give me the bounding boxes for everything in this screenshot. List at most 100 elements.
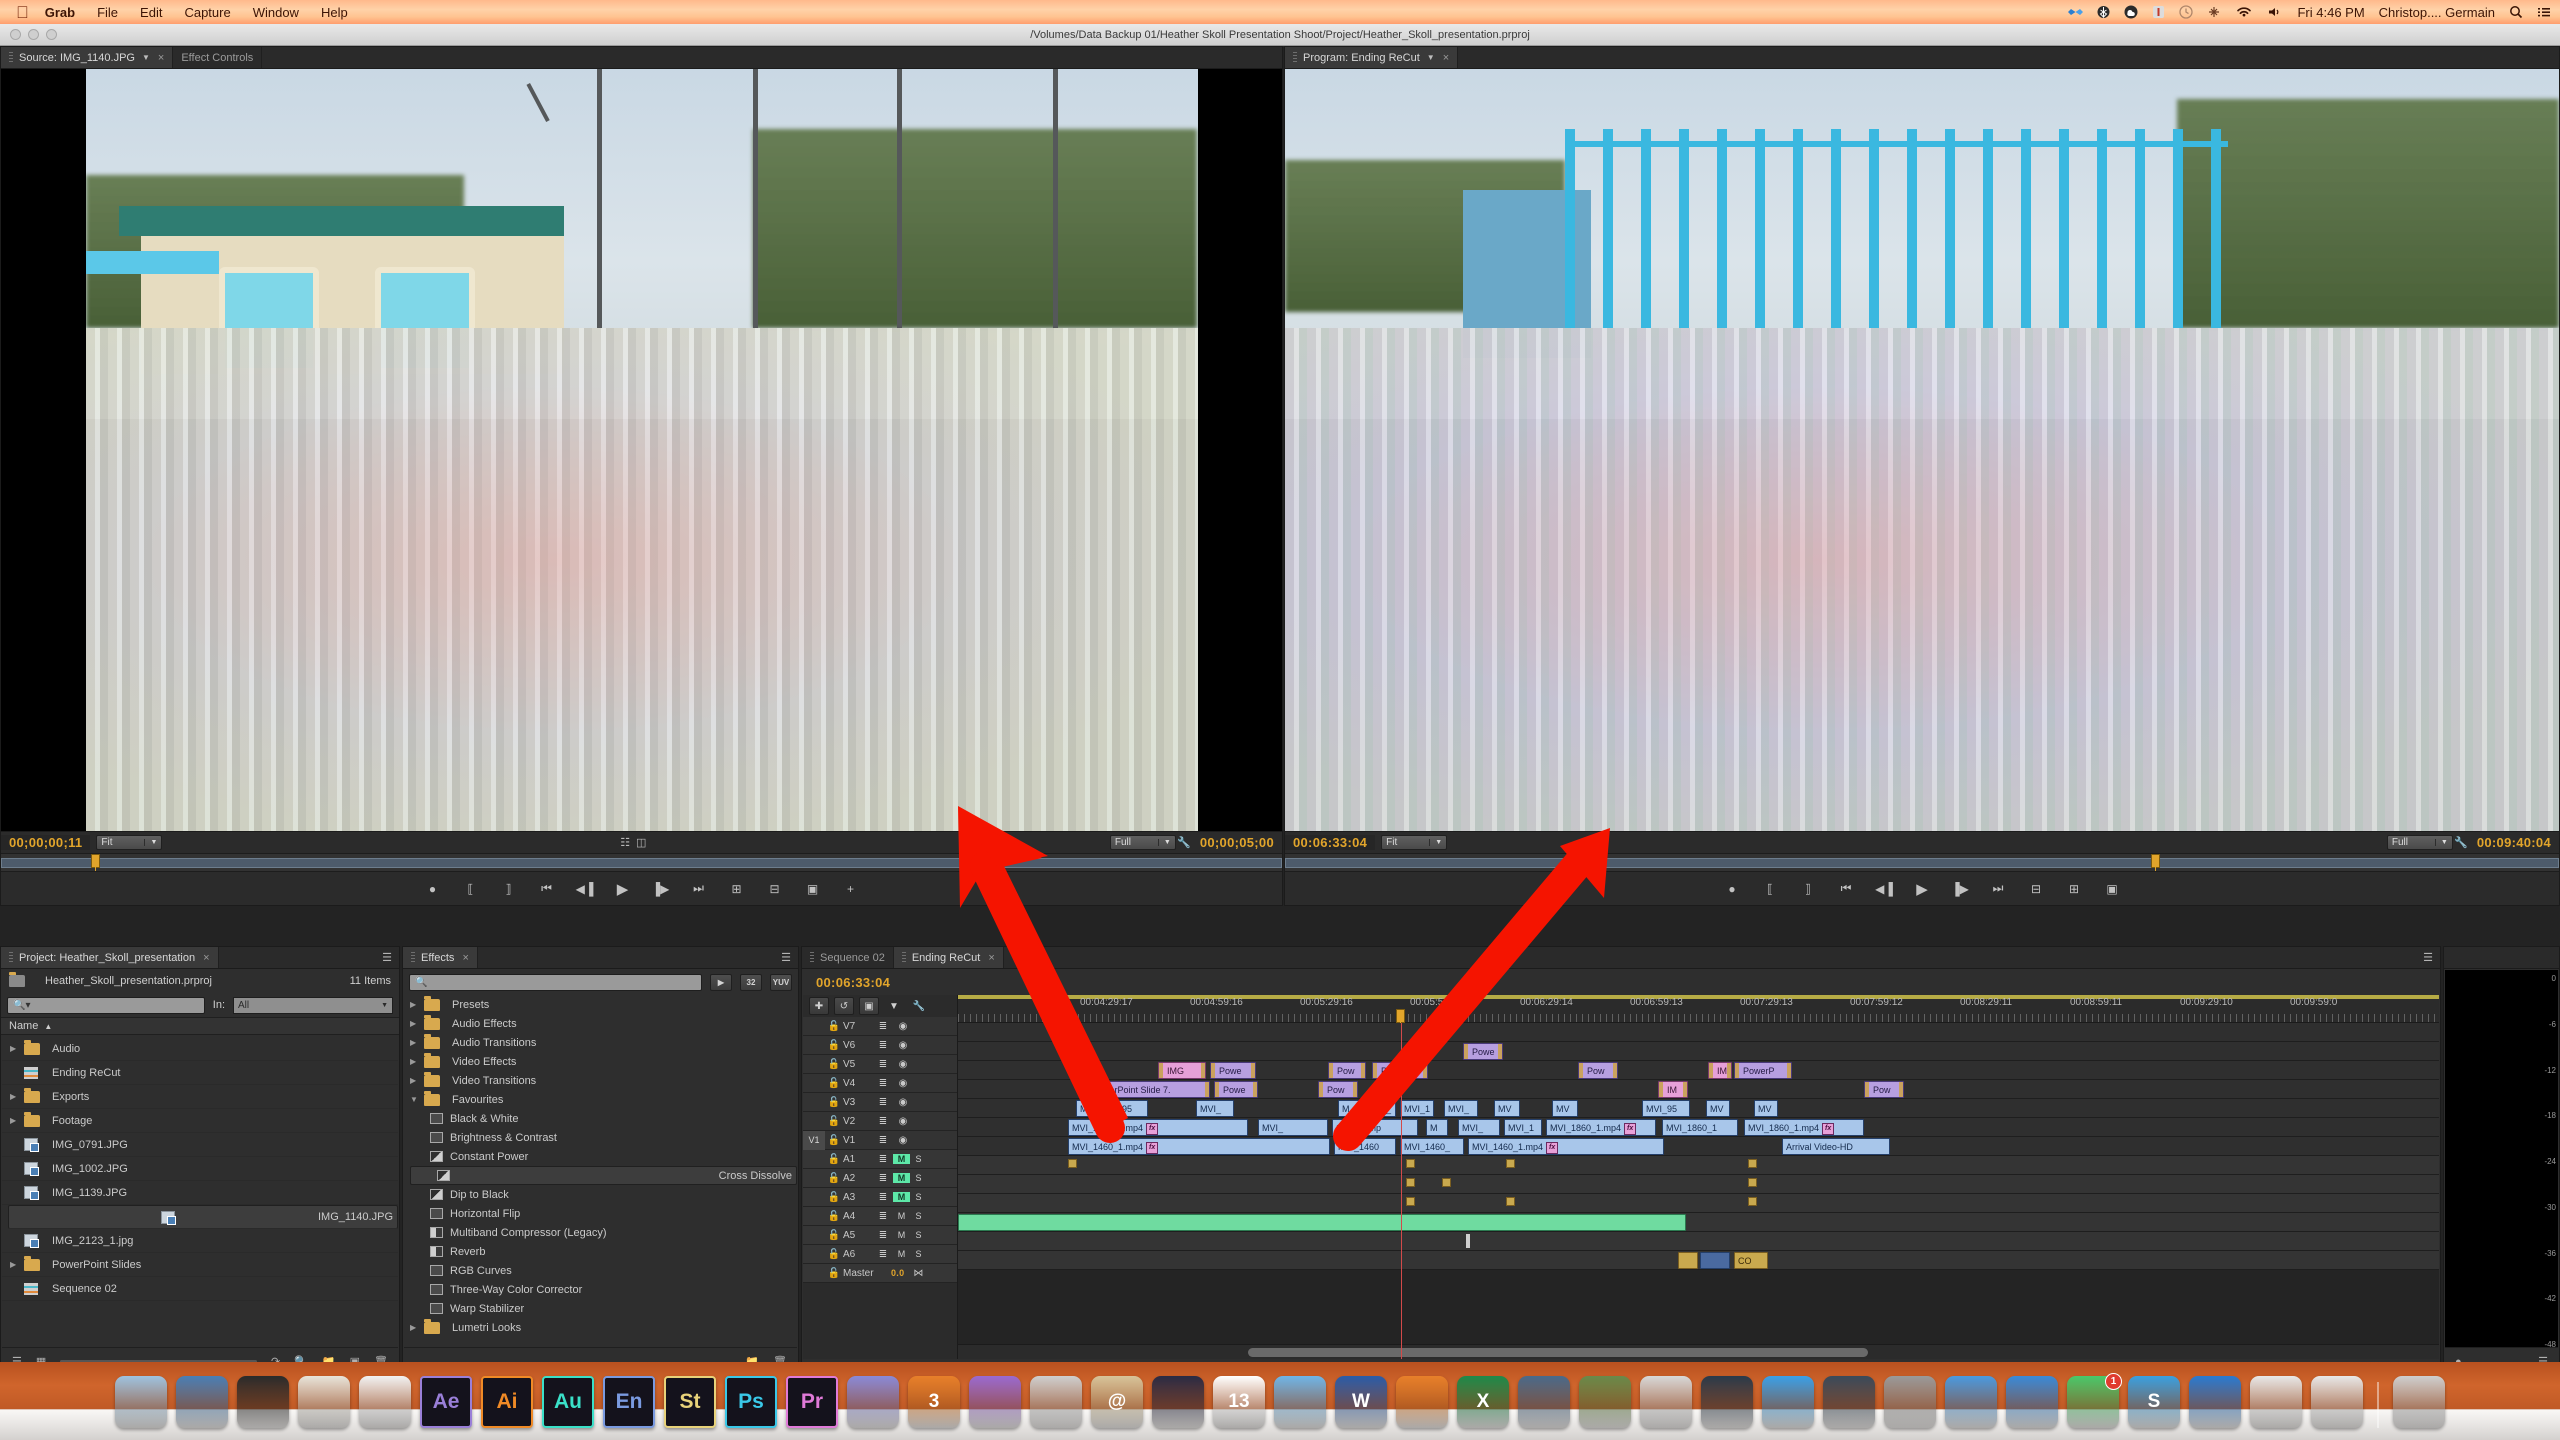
dock-item-steam-client[interactable] [1823, 1376, 1875, 1428]
mark-in-icon[interactable]: ⟦ [460, 879, 482, 899]
timeline-track-lanes[interactable]: Powe IMG Powe Pow PowerF Pow IM PowerP werPoint … [958, 1023, 2439, 1359]
effects-item-row[interactable]: ▶ Audio Effects [404, 1014, 797, 1033]
source-resolution-select[interactable]: Full ▼ [1109, 835, 1176, 850]
track-output-eye-icon[interactable]: ◉ [893, 1116, 913, 1127]
timeline-lane-v6[interactable]: Powe [958, 1042, 2439, 1061]
clip-transition-handle[interactable] [1659, 1082, 1663, 1097]
track-target-toggle[interactable] [803, 1169, 825, 1188]
timeline-clip[interactable]: MVI_ [1196, 1100, 1234, 1117]
source-monitor-video[interactable] [1, 69, 1282, 831]
timeline-clip[interactable]: 1860_1.mp [1332, 1119, 1418, 1136]
menu-item-help[interactable]: Help [321, 5, 348, 20]
timeline-lane-v4[interactable]: werPoint Slide 7. Powe Pow IM Pow [958, 1080, 2439, 1099]
safe-margins-icon[interactable]: ☷ [617, 836, 633, 850]
wifi-icon[interactable] [2235, 5, 2253, 19]
effects-item-row[interactable]: ▶ Lumetri Looks [404, 1318, 797, 1337]
timeline-clip[interactable]: Pow [1328, 1062, 1366, 1079]
close-icon[interactable]: × [1443, 52, 1449, 64]
timeline-lane-a5[interactable] [958, 1232, 2439, 1251]
insert-icon[interactable]: ⊞ [726, 879, 748, 899]
dock-item-adobe-illustrator[interactable]: Ai [481, 1376, 533, 1428]
dock-item-cinema-4d[interactable]: 3 [908, 1376, 960, 1428]
track-lock-icon[interactable]: 🔓 [825, 1116, 843, 1127]
timeline-clip[interactable]: IM [1658, 1081, 1688, 1098]
track-solo-button[interactable]: S [910, 1192, 927, 1202]
menu-item-file[interactable]: File [97, 5, 118, 20]
timeline-clip[interactable]: MVI_1860_1.mp4 fx [1068, 1119, 1248, 1136]
timeline-clip[interactable]: MVI_1860_1.mp4 fx [1744, 1119, 1864, 1136]
clip-fx-badge[interactable]: fx [1546, 1141, 1559, 1154]
timeline-audio-clip[interactable]: CO [1734, 1252, 1768, 1269]
dock-item-steam[interactable] [1701, 1376, 1753, 1428]
notification-center-icon[interactable] [2537, 5, 2552, 19]
dock-item-activity-monitor[interactable] [2311, 1376, 2363, 1428]
export-frame-icon[interactable]: ▣ [2101, 879, 2123, 899]
track-output-eye-icon[interactable]: ◉ [893, 1021, 913, 1032]
track-sync-icon[interactable]: ≣ [873, 1097, 893, 1108]
effects-item-row[interactable]: Warp Stabilizer [404, 1299, 797, 1318]
track-mute-button[interactable]: M [893, 1249, 910, 1259]
track-header-a6[interactable]: 🔓 A6 ≣ M S [803, 1245, 957, 1264]
timeline-clip[interactable]: MVI_1460 [1334, 1138, 1396, 1155]
apple-logo-icon[interactable]:  [16, 4, 29, 21]
track-lock-icon[interactable]: 🔓 [825, 1154, 843, 1165]
dock-item-safari[interactable] [176, 1376, 228, 1428]
effects-item-row[interactable]: Black & White [404, 1109, 797, 1128]
track-sync-icon[interactable]: ≣ [873, 1059, 893, 1070]
project-item-row[interactable]: IMG_1139.JPG [2, 1181, 398, 1205]
timeline-clip[interactable]: IM [1708, 1062, 1732, 1079]
dock-item-final-cut-pro[interactable] [237, 1376, 289, 1428]
track-sync-icon[interactable]: ≣ [873, 1230, 893, 1241]
timeline-audio-clip[interactable] [1700, 1252, 1730, 1269]
timeline-current-time[interactable]: 00:06:33:04 [816, 975, 890, 990]
panel-menu-icon[interactable]: ☰ [375, 947, 399, 968]
clip-transition-handle[interactable] [1423, 1063, 1427, 1078]
tab-project[interactable]: Project: Heather_Skoll_presentation × [1, 947, 219, 968]
timeline-clip[interactable]: M [1338, 1100, 1360, 1117]
track-header-master[interactable]: 🔓 Master 0.0 ⋈ [803, 1264, 957, 1283]
volume-icon[interactable] [2267, 5, 2283, 19]
timeline-playhead-marker[interactable] [1396, 1009, 1405, 1028]
track-target-toggle[interactable] [803, 1226, 825, 1245]
clip-transition-handle[interactable] [1865, 1082, 1869, 1097]
track-sync-icon[interactable]: ≣ [873, 1116, 893, 1127]
dock-item-blue-app[interactable] [2189, 1376, 2241, 1428]
clip-transition-handle[interactable] [1579, 1063, 1583, 1078]
track-sync-icon[interactable]: ≣ [873, 1192, 893, 1203]
timeline-clip[interactable]: Powe [1463, 1043, 1503, 1060]
dock-item-microsoft-word[interactable]: W [1335, 1376, 1387, 1428]
panel-menu-icon[interactable]: ☰ [2416, 947, 2440, 968]
close-icon[interactable]: × [462, 952, 468, 964]
close-icon[interactable]: × [158, 52, 164, 64]
dock-item-preview[interactable] [2250, 1376, 2302, 1428]
effects-item-row[interactable]: Brightness & Contrast [404, 1128, 797, 1147]
track-header-v5[interactable]: 🔓 V5 ≣ ◉ [803, 1055, 957, 1074]
track-solo-button[interactable]: S [910, 1249, 927, 1259]
timeline-clip[interactable]: Powe [1210, 1062, 1256, 1079]
timeline-clip[interactable]: IMG [1158, 1062, 1206, 1079]
wrench-icon[interactable]: 🔧 [1176, 836, 1192, 850]
track-lock-icon[interactable]: 🔓 [825, 1135, 843, 1146]
dock-item-system-preferences[interactable] [1884, 1376, 1936, 1428]
dropbox-icon[interactable] [2068, 5, 2084, 19]
dock-item-app-store[interactable] [2006, 1376, 2058, 1428]
dock-item-calculator[interactable] [1640, 1376, 1692, 1428]
track-lock-icon[interactable]: 🔓 [825, 1230, 843, 1241]
project-item-row[interactable]: Sequence 02 [2, 1277, 398, 1301]
add-marker-icon[interactable]: ▣ [859, 997, 879, 1015]
dock-item-microsoft-excel[interactable]: X [1457, 1376, 1509, 1428]
timeline-clip[interactable]: MV [1494, 1100, 1520, 1117]
source-scrubber[interactable] [1, 853, 1282, 873]
project-search-input[interactable]: 🔍▾ [7, 996, 205, 1014]
timeline-clip[interactable]: MVI_ [1444, 1100, 1478, 1117]
track-header-v2[interactable]: 🔓 V2 ≣ ◉ [803, 1112, 957, 1131]
clip-transition-handle[interactable] [1353, 1082, 1357, 1097]
dock-item-firefox[interactable] [1396, 1376, 1448, 1428]
timeline-clip[interactable]: Arrival Video-HD [1782, 1138, 1890, 1155]
track-target-toggle[interactable] [803, 1036, 825, 1055]
dock-item-dropbox[interactable] [1762, 1376, 1814, 1428]
timeline-clip[interactable]: Pow [1318, 1081, 1358, 1098]
scrollbar-thumb[interactable] [1248, 1348, 1868, 1357]
timeline-clip[interactable]: 95 [1118, 1100, 1148, 1117]
snap-icon[interactable]: ✚ [809, 997, 829, 1015]
